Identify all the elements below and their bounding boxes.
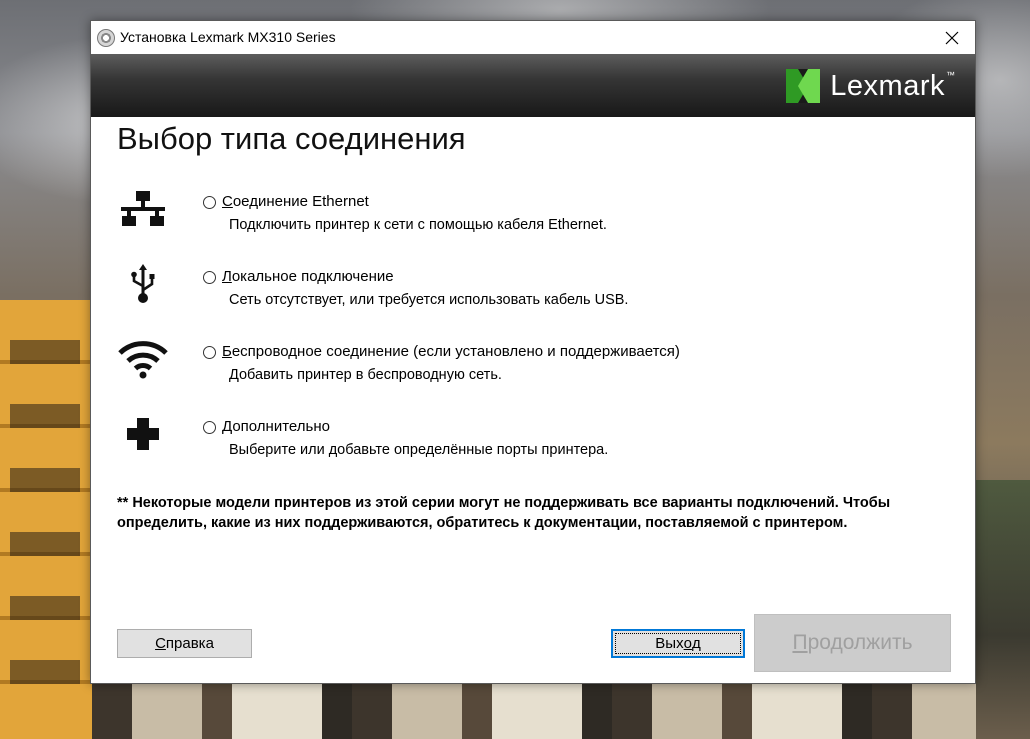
option-wireless-label[interactable]: Беспроводное соединение (если установлен… (222, 343, 680, 360)
radio-wireless[interactable] (203, 346, 216, 359)
desktop-background-building (0, 300, 92, 739)
option-ethernet-label[interactable]: Соединение Ethernet (222, 193, 369, 210)
title-bar[interactable]: Установка Lexmark MX310 Series (91, 21, 975, 54)
wifi-icon (117, 338, 169, 380)
option-local[interactable]: Локальное подключение Сеть отсутствует, … (117, 263, 957, 313)
help-button[interactable]: Справка (117, 629, 252, 658)
logo-wordmark: Lexmark (830, 69, 945, 102)
exit-button[interactable]: Вых о д (611, 629, 745, 658)
radio-advanced[interactable] (203, 421, 216, 434)
option-local-description: Сеть отсутствует, или требуется использо… (229, 292, 629, 308)
header-banner: Lexmark ™ (91, 54, 975, 117)
installer-window: Установка Lexmark MX310 Series Lexmark ™… (90, 20, 976, 684)
usb-icon (117, 263, 169, 305)
radio-ethernet[interactable] (203, 196, 216, 209)
disc-icon (97, 29, 115, 47)
option-advanced[interactable]: Дополнительно Выберите или добавьте опре… (117, 413, 957, 463)
lexmark-logo: Lexmark ™ (786, 68, 955, 104)
close-icon (945, 31, 959, 44)
option-ethernet[interactable]: Соединение Ethernet Подключить принтер к… (117, 188, 957, 238)
desktop-background-houses (92, 684, 976, 739)
close-button[interactable] (929, 21, 975, 54)
option-local-label[interactable]: Локальное подключение (222, 268, 394, 285)
logo-trademark: ™ (946, 70, 955, 80)
plus-icon (117, 413, 169, 455)
option-ethernet-description: Подключить принтер к сети с помощью кабе… (229, 217, 607, 233)
network-icon (117, 188, 169, 230)
radio-local[interactable] (203, 271, 216, 284)
option-wireless[interactable]: Беспроводное соединение (если установлен… (117, 338, 957, 388)
continue-button[interactable]: Продолжить (754, 614, 951, 672)
compatibility-note: ** Некоторые модели принтеров из этой се… (117, 495, 891, 531)
option-wireless-description: Добавить принтер в беспроводную сеть. (229, 367, 502, 383)
lexmark-logo-icon (786, 69, 821, 103)
option-advanced-description: Выберите или добавьте определённые порты… (229, 442, 609, 458)
window-title: Установка Lexmark MX310 Series (120, 29, 336, 45)
desktop-background-town (976, 480, 1030, 739)
page-title: Выбор типа соединения (117, 121, 466, 156)
option-advanced-label[interactable]: Дополнительно (222, 418, 330, 435)
